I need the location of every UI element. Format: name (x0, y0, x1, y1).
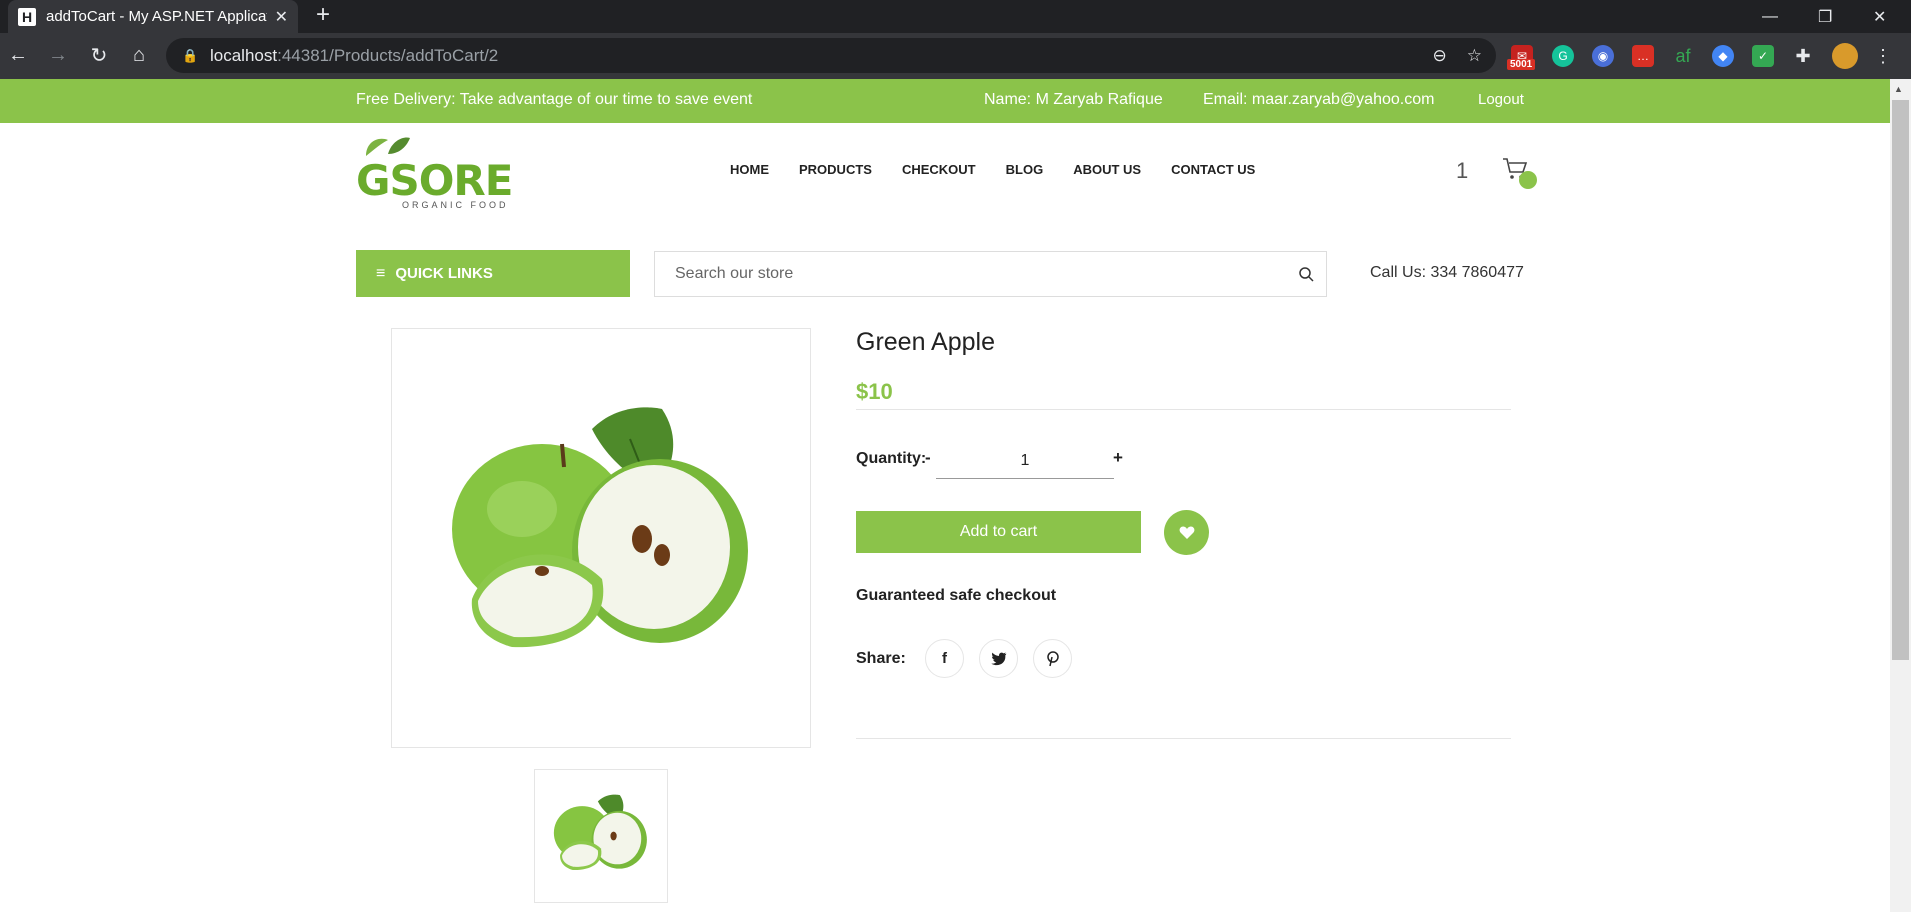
site-logo[interactable]: GSORE ORGANIC FOOD (356, 134, 516, 214)
zoom-icon[interactable]: ⊖ (1433, 46, 1447, 66)
divider (856, 409, 1511, 410)
green-apple-image (452, 407, 748, 648)
extension-icon[interactable]: ◉ (1592, 45, 1614, 67)
extensions-puzzle-icon[interactable]: ✚ (1792, 45, 1814, 67)
lock-icon: 🔒 (182, 47, 199, 63)
address-bar[interactable]: 🔒 localhost:44381/Products/addToCart/2 ⊖… (166, 38, 1496, 73)
home-icon[interactable]: ⌂ (126, 42, 152, 68)
pinterest-icon[interactable] (1033, 639, 1072, 678)
quantity-label: Quantity: (856, 450, 927, 467)
close-tab-icon[interactable]: ✕ (275, 7, 288, 27)
gmail-badge: 5001 (1507, 59, 1536, 70)
quantity-increase-button[interactable]: + (1113, 448, 1123, 468)
quantity-decrease-button[interactable]: - (925, 448, 931, 468)
add-to-cart-button[interactable]: Add to cart (856, 511, 1141, 553)
guarantee-text: Guaranteed safe checkout (856, 587, 1057, 604)
cart-count: 1 (1456, 158, 1469, 183)
user-email: Email: maar.zaryab@yahoo.com (1203, 91, 1435, 108)
quick-links-label: QUICK LINKS (395, 265, 493, 282)
product-main-image[interactable] (391, 328, 811, 748)
grammarly-extension-icon[interactable]: G (1552, 45, 1574, 67)
green-apple-thumbnail-image (553, 794, 647, 870)
back-icon[interactable]: ← (5, 42, 31, 68)
search-icon[interactable] (1286, 266, 1326, 282)
mail-check-extension-icon[interactable]: ✓ (1752, 45, 1774, 67)
minimize-icon[interactable]: — (1762, 0, 1778, 33)
nav-checkout[interactable]: CHECKOUT (902, 162, 976, 177)
call-us-text: Call Us: 334 7860477 (1370, 264, 1524, 281)
menu-lines-icon: ≡ (376, 264, 386, 282)
quantity-input[interactable] (936, 443, 1114, 479)
main-nav: HOME PRODUCTS CHECKOUT BLOG ABOUT US CON… (730, 162, 1255, 177)
site-favicon-icon: H (18, 7, 36, 26)
url-host: localhost (210, 45, 278, 65)
twitter-icon[interactable] (979, 639, 1018, 678)
divider (856, 738, 1511, 739)
chat-extension-icon[interactable]: … (1632, 45, 1654, 67)
logout-link[interactable]: Logout (1478, 91, 1524, 108)
nav-products[interactable]: PRODUCTS (799, 162, 872, 177)
heart-icon (1179, 526, 1194, 539)
new-tab-icon[interactable]: + (316, 1, 330, 29)
nav-contact-us[interactable]: CONTACT US (1171, 162, 1255, 177)
logo-wordmark: GSORE (356, 156, 513, 205)
drive-extension-icon[interactable]: ◆ (1712, 45, 1734, 67)
browser-tabbar: H addToCart - My ASP.NET Applicat ✕ + — … (0, 0, 1911, 33)
forward-icon[interactable]: → (45, 42, 71, 68)
product-title: Green Apple (856, 328, 995, 356)
logo-subtitle: ORGANIC FOOD (402, 200, 509, 210)
chrome-menu-icon[interactable]: ⋮ (1872, 45, 1894, 67)
reload-icon[interactable]: ↻ (86, 42, 112, 68)
nav-about-us[interactable]: ABOUT US (1073, 162, 1141, 177)
close-window-icon[interactable]: ✕ (1873, 0, 1886, 33)
browser-tab[interactable]: H addToCart - My ASP.NET Applicat ✕ (8, 0, 298, 33)
nav-home[interactable]: HOME (730, 162, 769, 177)
facebook-icon[interactable]: f (925, 639, 964, 678)
top-info-bar: Free Delivery: Take advantage of our tim… (0, 79, 1890, 123)
search-input[interactable] (675, 265, 1286, 283)
promo-text: Free Delivery: Take advantage of our tim… (356, 91, 753, 108)
search-box (654, 251, 1327, 297)
product-thumbnail[interactable] (534, 769, 668, 903)
user-name: Name: M Zaryab Rafique (984, 91, 1163, 108)
share-label: Share: (856, 650, 906, 667)
wishlist-button[interactable] (1164, 510, 1209, 555)
cart-badge (1519, 171, 1537, 189)
scrollbar-thumb[interactable] (1892, 100, 1909, 660)
profile-avatar[interactable] (1832, 43, 1858, 69)
restore-icon[interactable]: ❐ (1818, 0, 1832, 33)
product-price: $10 (856, 379, 893, 404)
scroll-up-icon[interactable]: ▲ (1894, 84, 1903, 94)
af-extension-icon[interactable]: af (1672, 45, 1694, 67)
tab-title: addToCart - My ASP.NET Applicat (46, 8, 267, 25)
nav-blog[interactable]: BLOG (1006, 162, 1044, 177)
bookmark-star-icon[interactable]: ☆ (1467, 46, 1482, 66)
url-path: :44381/Products/addToCart/2 (277, 45, 499, 65)
quick-links-button[interactable]: ≡ QUICK LINKS (356, 250, 630, 297)
